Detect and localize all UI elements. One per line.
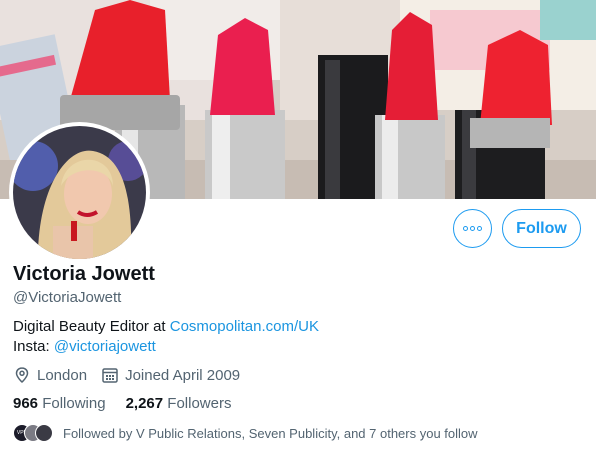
followed-by-text: Followed by V Public Relations, Seven Pu… — [63, 425, 478, 441]
followed-by-avatars: VPR — [13, 424, 53, 442]
following-link[interactable]: 966 Following — [13, 395, 106, 412]
more-options-button[interactable] — [453, 209, 492, 248]
follow-stats: 966 Following 2,267 Followers — [13, 395, 251, 412]
followers-link[interactable]: 2,267 Followers — [126, 395, 232, 412]
followers-count: 2,267 — [125, 395, 164, 412]
joined-text: Joined April 2009 — [125, 366, 241, 384]
location-text: London — [37, 366, 88, 384]
bio-text-1: Digital Beauty Editor at — [13, 318, 170, 335]
user-handle: @VictoriaJowett — [13, 289, 122, 306]
bio-text-2: Insta: — [13, 338, 54, 355]
instagram-handle-link[interactable]: @victoriajowett — [54, 338, 156, 355]
bio-line-1: Digital Beauty Editor at Cosmopolitan.co… — [13, 317, 319, 337]
bio-line-2: Insta: @victoriajowett — [13, 337, 319, 357]
followers-label: Followers — [167, 395, 232, 412]
following-label: Following — [42, 395, 106, 412]
following-count: 966 — [13, 395, 39, 412]
display-name: Victoria Jowett — [13, 263, 155, 285]
location-pin-icon — [15, 367, 29, 384]
profile-photo — [13, 126, 146, 259]
profile-bio: Digital Beauty Editor at Cosmopolitan.co… — [13, 317, 319, 357]
calendar-icon — [102, 368, 118, 383]
follow-button[interactable]: Follow — [502, 209, 581, 248]
location-item: London — [13, 366, 87, 384]
more-options-icon — [463, 226, 482, 231]
mini-avatar — [35, 424, 53, 442]
joined-item: Joined April 2009 — [101, 366, 240, 384]
profile-avatar[interactable] — [9, 122, 150, 263]
followed-by-row[interactable]: VPR Followed by V Public Relations, Seve… — [13, 424, 478, 442]
profile-meta: London Joined April 2009 — [13, 366, 254, 384]
cosmopolitan-link[interactable]: Cosmopolitan.com/UK — [170, 318, 319, 335]
